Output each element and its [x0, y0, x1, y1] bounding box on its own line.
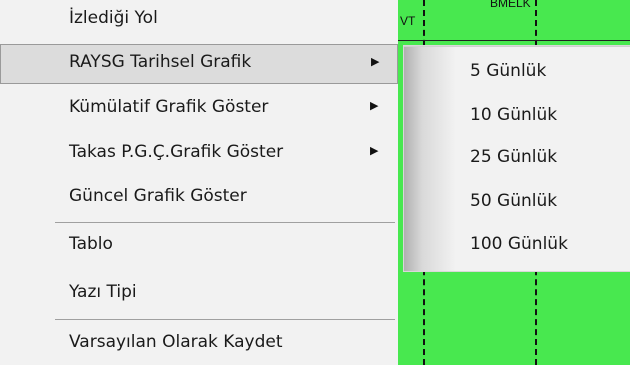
menu-separator — [55, 319, 395, 320]
menu-item-takas-pgc-grafik[interactable]: Takas P.G.Ç.Grafik Göster ▶ — [0, 134, 398, 174]
menu-item-kumulatif-grafik[interactable]: Kümülatif Grafik Göster ▶ — [0, 89, 398, 129]
menu-item-izledigi-yol[interactable]: İzlediği Yol — [0, 0, 398, 40]
menu-item-tablo[interactable]: Tablo — [0, 226, 398, 266]
submenu-item-label: 25 Günlük — [470, 147, 558, 167]
submenu-arrow-icon: ▶ — [370, 144, 379, 157]
submenu-arrow-icon: ▶ — [371, 55, 380, 68]
submenu-item-50-gunluk[interactable]: 50 Günlük — [404, 180, 630, 222]
menu-item-yazi-tipi[interactable]: Yazı Tipi — [0, 274, 398, 314]
submenu-item-10-gunluk[interactable]: 10 Günlük — [404, 94, 630, 136]
submenu-item-25-gunluk[interactable]: 25 Günlük — [404, 136, 630, 178]
menu-item-varsayilan-kaydet[interactable]: Varsayılan Olarak Kaydet — [0, 324, 398, 364]
menu-item-label: RAYSG Tarihsel Grafik — [69, 52, 252, 72]
menu-item-raysg-tarihsel-grafik[interactable]: RAYSG Tarihsel Grafik ▶ — [0, 44, 398, 84]
menu-separator — [55, 222, 395, 223]
submenu-item-label: 5 Günlük — [470, 61, 547, 81]
submenu-arrow-icon: ▶ — [370, 99, 379, 112]
menu-item-label: Güncel Grafik Göster — [69, 186, 247, 206]
submenu-item-label: 100 Günlük — [470, 234, 568, 254]
menu-item-label: Tablo — [69, 234, 113, 254]
chart-label-bmelk: BMELK — [490, 0, 531, 10]
menu-item-label: Varsayılan Olarak Kaydet — [69, 332, 283, 352]
submenu-item-100-gunluk[interactable]: 100 Günlük — [404, 223, 630, 265]
submenu-raysg: 5 Günlük 10 Günlük 25 Günlük 50 Günlük 1… — [404, 46, 630, 271]
submenu-item-5-gunluk[interactable]: 5 Günlük — [404, 50, 630, 92]
menu-item-label: İzlediği Yol — [69, 8, 158, 28]
chart-label-vt: VT — [400, 14, 416, 28]
submenu-item-label: 50 Günlük — [470, 191, 558, 211]
context-menu: İzlediği Yol RAYSG Tarihsel Grafik ▶ Küm… — [0, 0, 398, 365]
menu-item-guncel-grafik[interactable]: Güncel Grafik Göster — [0, 178, 398, 218]
menu-item-label: Yazı Tipi — [69, 282, 137, 302]
menu-item-label: Kümülatif Grafik Göster — [69, 97, 269, 117]
menu-item-label: Takas P.G.Ç.Grafik Göster — [69, 142, 284, 162]
chart-top-rule — [398, 40, 630, 41]
submenu-item-label: 10 Günlük — [470, 105, 558, 125]
